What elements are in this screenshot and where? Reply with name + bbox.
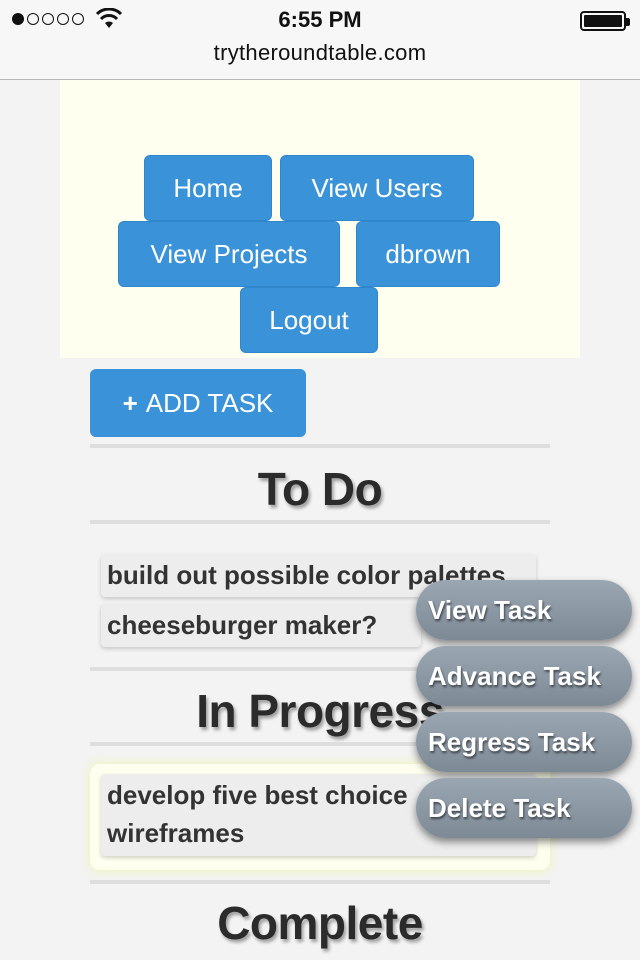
- browser-status-bar: 6:55 PM trytheroundtable.com: [0, 0, 640, 80]
- status-time: 6:55 PM: [278, 7, 362, 32]
- divider: [90, 880, 550, 884]
- divider: [90, 520, 550, 524]
- site-header: Home View Users View Projects dbrown Log…: [60, 80, 580, 358]
- nav-user-button[interactable]: dbrown: [356, 221, 500, 287]
- view-task-menu-item[interactable]: View Task: [416, 580, 632, 640]
- nav-logout-button[interactable]: Logout: [240, 287, 378, 353]
- task-card-line: develop five best choice: [107, 780, 408, 810]
- divider: [90, 444, 550, 448]
- task-card[interactable]: cheeseburger maker?: [101, 604, 421, 647]
- nav-view-users-button[interactable]: View Users: [280, 155, 474, 221]
- nav-home-button[interactable]: Home: [144, 155, 272, 221]
- page-url[interactable]: trytheroundtable.com: [0, 40, 640, 66]
- add-task-button[interactable]: + ADD TASK: [90, 369, 306, 437]
- section-title-todo: To Do: [257, 463, 383, 515]
- section-title-complete: Complete: [217, 897, 423, 949]
- delete-task-menu-item[interactable]: Delete Task: [416, 778, 632, 838]
- battery-icon: [580, 11, 630, 31]
- plus-icon: +: [122, 387, 138, 418]
- advance-task-menu-item[interactable]: Advance Task: [416, 646, 632, 706]
- nav-view-projects-button[interactable]: View Projects: [118, 221, 340, 287]
- task-card-line: wireframes: [107, 818, 245, 848]
- regress-task-menu-item[interactable]: Regress Task: [416, 712, 632, 772]
- add-task-label: ADD TASK: [145, 387, 274, 418]
